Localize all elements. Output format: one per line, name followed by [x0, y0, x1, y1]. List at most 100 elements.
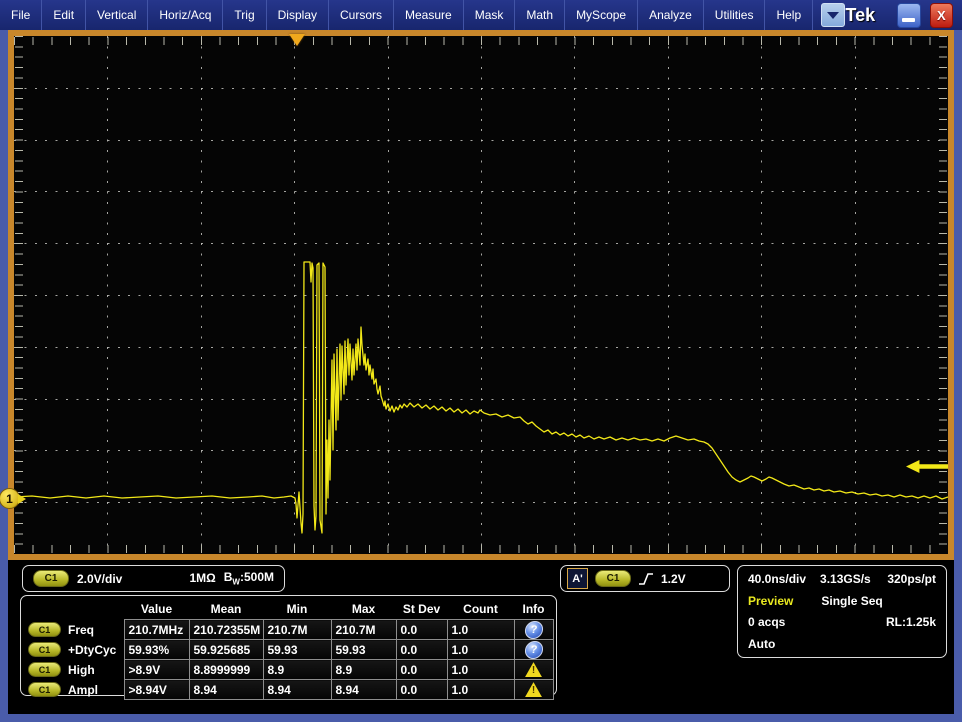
- vertical-scale: 2.0V/div: [77, 572, 122, 586]
- cell-count: 1.0: [447, 680, 514, 700]
- horizontal-readout-panel[interactable]: 40.0ns/div 3.13GS/s 320ps/pt Preview Sin…: [737, 565, 947, 658]
- cell-max: 8.9: [331, 660, 396, 680]
- menu-item-help[interactable]: Help: [765, 0, 813, 30]
- chevron-down-icon: [827, 12, 839, 19]
- acquisition-mode: Single Seq: [821, 594, 882, 608]
- readout-area: C1 2.0V/div 1MΩ BW:500M A' C1 1.2V 40.0n…: [8, 560, 954, 714]
- menu-item-trig[interactable]: Trig: [223, 0, 266, 30]
- acquisition-count: 0 acqs: [748, 615, 785, 629]
- cell-min: 8.94: [263, 680, 331, 700]
- col-header-count: Count: [447, 598, 514, 620]
- channel-1-reference-marker[interactable]: 1: [0, 488, 26, 509]
- cell-stdev: 0.0: [396, 640, 447, 660]
- record-length: RL:1.25k: [886, 615, 936, 629]
- cell-max: 210.7M: [331, 620, 396, 640]
- col-header-max: Max: [331, 598, 396, 620]
- menu-item-measure[interactable]: Measure: [394, 0, 464, 30]
- trigger-position-marker[interactable]: [289, 34, 305, 46]
- graticule: 1: [14, 36, 948, 554]
- menu-item-cursors[interactable]: Cursors: [329, 0, 394, 30]
- oscilloscope-window: File Edit Vertical Horiz/Acq Trig Displa…: [0, 0, 962, 722]
- cell-mean: 8.94: [189, 680, 263, 700]
- menu-bar: File Edit Vertical Horiz/Acq Trig Displa…: [0, 0, 962, 30]
- trigger-mode: Auto: [748, 637, 775, 651]
- close-button[interactable]: X: [930, 3, 953, 28]
- trigger-source-badge: C1: [595, 570, 631, 587]
- menu-item-math[interactable]: Math: [515, 0, 565, 30]
- preview-status: Preview: [748, 594, 793, 608]
- cell-min: 8.9: [263, 660, 331, 680]
- col-header-mean: Mean: [189, 598, 263, 620]
- measurement-name: Freq: [68, 623, 94, 637]
- cell-max: 8.94: [331, 680, 396, 700]
- bandwidth: BW:500M: [224, 570, 274, 586]
- info-icon-cell[interactable]: ? !: [514, 680, 553, 700]
- col-header-value: Value: [124, 598, 189, 620]
- col-header-stdev: St Dev: [396, 598, 447, 620]
- measurement-name: +DtyCyc: [68, 643, 116, 657]
- cell-stdev: 0.0: [396, 620, 447, 640]
- cell-value: >8.9V: [124, 660, 189, 680]
- sample-rate: 3.13GS/s: [820, 572, 871, 586]
- menu-item-utilities[interactable]: Utilities: [704, 0, 766, 30]
- channel-badge: C1: [33, 570, 69, 587]
- measurement-table-panel: Value Mean Min Max St Dev Count Info C1 …: [20, 595, 557, 696]
- input-settings: 1MΩ BW:500M: [189, 570, 274, 586]
- impedance: 1MΩ: [189, 571, 215, 585]
- cell-max: 59.93: [331, 640, 396, 660]
- info-icon-cell[interactable]: ? !: [514, 620, 553, 640]
- table-row[interactable]: C1 Freq 210.7MHz 210.72355M 210.7M 210.7…: [24, 620, 553, 640]
- minimize-icon: [902, 18, 915, 22]
- info-icon-cell[interactable]: ? !: [514, 660, 553, 680]
- menu-item-mask[interactable]: Mask: [464, 0, 516, 30]
- table-row[interactable]: C1 High >8.9V 8.8999999 8.9 8.9 0.0 1.0 …: [24, 660, 553, 680]
- measurement-table: Value Mean Min Max St Dev Count Info C1 …: [24, 598, 554, 700]
- menu-item-horiz-acq[interactable]: Horiz/Acq: [148, 0, 223, 30]
- cell-count: 1.0: [447, 620, 514, 640]
- minimize-button[interactable]: [897, 3, 920, 28]
- rising-edge-icon: [638, 571, 654, 587]
- warning-icon: !: [525, 682, 542, 697]
- col-header-info: Info: [514, 598, 553, 620]
- table-row[interactable]: C1 +DtyCyc 59.93% 59.925685 59.93 59.93 …: [24, 640, 553, 660]
- menu-item-vertical[interactable]: Vertical: [86, 0, 148, 30]
- cell-min: 210.7M: [263, 620, 331, 640]
- cell-mean: 8.8999999: [189, 660, 263, 680]
- cell-count: 1.0: [447, 660, 514, 680]
- table-row[interactable]: C1 Ampl >8.94V 8.94 8.94 8.94 0.0 1.0 ? …: [24, 680, 553, 700]
- measurement-name: High: [68, 663, 95, 677]
- waveform-display: 1: [8, 30, 954, 560]
- channel-number-badge: 1: [0, 488, 20, 509]
- menu-item-analyze[interactable]: Analyze: [638, 0, 704, 30]
- trigger-level: 1.2V: [661, 572, 686, 586]
- table-header-row: Value Mean Min Max St Dev Count Info: [24, 598, 553, 620]
- menu-item-myscope[interactable]: MyScope: [565, 0, 638, 30]
- menu-item-file[interactable]: File: [0, 0, 42, 30]
- timebase: 40.0ns/div: [748, 572, 806, 586]
- cell-mean: 59.925685: [189, 640, 263, 660]
- channel-readout-panel[interactable]: C1 2.0V/div 1MΩ BW:500M: [22, 565, 285, 592]
- warning-icon: !: [525, 662, 542, 677]
- channel-1-trace: [14, 36, 948, 554]
- measurement-source-badge: C1: [28, 642, 61, 657]
- menu-dropdown-button[interactable]: [821, 3, 845, 27]
- cell-stdev: 0.0: [396, 680, 447, 700]
- measurement-name: Ampl: [68, 683, 98, 697]
- cell-mean: 210.72355M: [189, 620, 263, 640]
- info-icon-cell[interactable]: ? !: [514, 640, 553, 660]
- measurement-source-badge: C1: [28, 622, 61, 637]
- measurement-source-badge: C1: [28, 662, 61, 677]
- menu-item-display[interactable]: Display: [267, 0, 329, 30]
- question-icon: ?: [524, 641, 544, 659]
- col-header-min: Min: [263, 598, 331, 620]
- trigger-readout-panel[interactable]: A' C1 1.2V: [560, 565, 730, 592]
- arrow-right-icon: [18, 494, 26, 504]
- menu-item-edit[interactable]: Edit: [42, 0, 86, 30]
- cell-value: >8.94V: [124, 680, 189, 700]
- cell-count: 1.0: [447, 640, 514, 660]
- cell-value: 59.93%: [124, 640, 189, 660]
- cell-min: 59.93: [263, 640, 331, 660]
- cell-stdev: 0.0: [396, 660, 447, 680]
- cell-value: 210.7MHz: [124, 620, 189, 640]
- measurement-source-badge: C1: [28, 682, 61, 697]
